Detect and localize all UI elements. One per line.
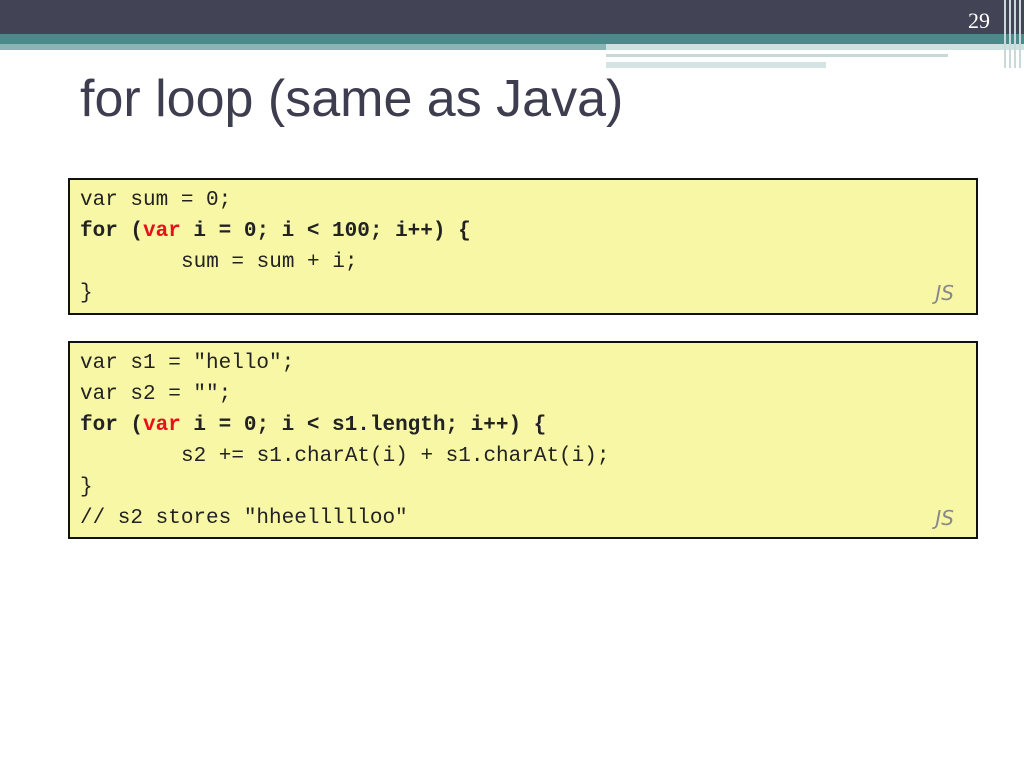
- code-text: }: [80, 282, 93, 305]
- header-band-dark: [0, 0, 1024, 34]
- header-band-teal-light: [0, 44, 606, 50]
- code-text: var sum = 0;: [80, 189, 232, 212]
- header-vertical-bar: [1009, 0, 1011, 68]
- slide-title: for loop (same as Java): [80, 70, 624, 128]
- language-tag: JS: [935, 281, 954, 305]
- language-tag: JS: [935, 506, 954, 530]
- header-stripe: [606, 44, 1024, 50]
- code-comment: // s2 stores "hheellllloo": [80, 507, 408, 530]
- code-line: }: [80, 472, 966, 503]
- code-line: sum = sum + i;: [80, 247, 966, 278]
- code-line: var s1 = "hello";: [80, 348, 966, 379]
- slide: 29 for loop (same as Java) var sum = 0; …: [0, 0, 1024, 768]
- code-block-string: var s1 = "hello"; var s2 = ""; for (var …: [68, 341, 978, 539]
- code-text: }: [80, 476, 93, 499]
- header-stripe: [606, 62, 826, 68]
- code-text: i = 0; i < s1.length; i++) {: [180, 414, 547, 437]
- code-line: } JS: [80, 278, 966, 309]
- code-text: i = 0; i < 100; i++) {: [180, 220, 471, 243]
- code-keyword-var: var: [143, 220, 181, 243]
- code-keyword-for: for (: [80, 220, 144, 243]
- code-keyword-var: var: [143, 414, 181, 437]
- code-line: // s2 stores "hheellllloo" JS: [80, 503, 966, 534]
- code-text: var s1 = "hello";: [80, 352, 295, 375]
- code-line: s2 += s1.charAt(i) + s1.charAt(i);: [80, 441, 966, 472]
- code-line: for (var i = 0; i < 100; i++) {: [80, 216, 966, 247]
- header-vertical-bar: [1004, 0, 1006, 68]
- header-vertical-bar: [1019, 0, 1021, 68]
- code-text: sum = sum + i;: [181, 251, 358, 274]
- slide-number: 29: [968, 8, 990, 33]
- code-text: s2 += s1.charAt(i) + s1.charAt(i);: [181, 445, 610, 468]
- header-band-teal: [0, 34, 1024, 44]
- code-line: for (var i = 0; i < s1.length; i++) {: [80, 410, 966, 441]
- code-keyword-for: for (: [80, 414, 144, 437]
- code-line: var s2 = "";: [80, 379, 966, 410]
- code-text: var s2 = "";: [80, 383, 232, 406]
- code-line: var sum = 0;: [80, 185, 966, 216]
- header-stripe: [606, 54, 948, 57]
- code-block-sum: var sum = 0; for (var i = 0; i < 100; i+…: [68, 178, 978, 315]
- header-vertical-bar: [1014, 0, 1016, 68]
